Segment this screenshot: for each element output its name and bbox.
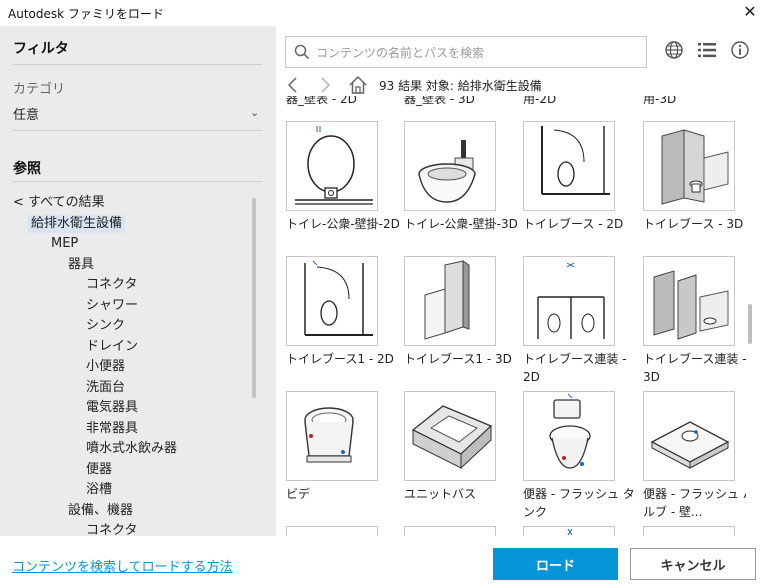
- tree-node[interactable]: 非常器具: [86, 420, 138, 438]
- divider: [12, 181, 262, 182]
- result-label-clipped: 器_壁表 - 2D: [286, 96, 357, 106]
- thumbnail-drawing: [424, 260, 470, 340]
- window-title: Autodesk ファミリをロード: [8, 7, 164, 21]
- tree-scrollbar[interactable]: [252, 198, 256, 398]
- thumbnail-drawing: [537, 262, 605, 339]
- result-thumbnail[interactable]: [643, 391, 735, 481]
- result-thumbnail[interactable]: [404, 526, 496, 536]
- result-label: トイレブース - 2D: [523, 217, 624, 231]
- content-panel: 93 結果 対象: 給排水衛生設備 器_壁表 - 2D 器_壁表 - 3D 用-2D…: [276, 26, 768, 536]
- result-thumbnail[interactable]: [523, 121, 615, 211]
- tree-node[interactable]: 電気器具: [86, 399, 138, 417]
- thumbnail-drawing: [661, 129, 729, 205]
- thumbnail-drawing: [411, 405, 493, 470]
- divider: [12, 130, 262, 131]
- tree-node[interactable]: 器具: [68, 256, 94, 274]
- thumbnail-drawing: [295, 126, 373, 205]
- result-label: ユニットバス: [404, 487, 477, 501]
- search-box[interactable]: [285, 36, 647, 68]
- title-bar: Autodesk ファミリをロード ✕: [0, 0, 768, 26]
- tree-node[interactable]: < すべての結果: [13, 194, 105, 212]
- result-thumbnail[interactable]: [523, 391, 615, 481]
- result-thumbnail[interactable]: [523, 256, 615, 346]
- category-dropdown[interactable]: 任意: [13, 104, 39, 123]
- result-label: トイレブース1 - 2D: [286, 352, 394, 366]
- info-icon[interactable]: [729, 39, 751, 61]
- tree-node[interactable]: 給排水衛生設備: [28, 214, 126, 233]
- tree-node[interactable]: 洗面台: [86, 379, 125, 397]
- tree-node[interactable]: MEP: [51, 235, 78, 253]
- result-label: 便器 - フラッシュ タンク: [523, 487, 635, 519]
- result-thumbnail[interactable]: [286, 121, 378, 211]
- load-button[interactable]: ロード: [493, 548, 618, 580]
- search-icon: [294, 44, 310, 60]
- help-link[interactable]: コンテンツを検索してロードする方法: [12, 556, 233, 575]
- footer: コンテンツを検索してロードする方法 ロード キャンセル: [0, 536, 768, 588]
- result-label-clipped: 用-3D: [643, 96, 677, 106]
- tree-node[interactable]: シャワー: [86, 297, 138, 315]
- divider: [12, 64, 262, 65]
- result-thumbnail[interactable]: [643, 256, 735, 346]
- tree-node[interactable]: シンク: [86, 317, 125, 335]
- result-label: トイレブース連装 - 3D: [643, 352, 746, 384]
- reference-title: 参照: [13, 161, 41, 177]
- result-label: トイレブース - 3D: [643, 217, 744, 231]
- thumbnail-drawing: [567, 528, 573, 536]
- category-label: カテゴリ: [13, 82, 66, 97]
- result-thumbnail[interactable]: [404, 256, 496, 346]
- tree-node[interactable]: コネクタ: [86, 522, 137, 536]
- tree-node[interactable]: 便器: [86, 461, 112, 479]
- tree-node[interactable]: ドレイン: [86, 338, 138, 356]
- chevron-down-icon[interactable]: ⌄: [250, 106, 259, 119]
- result-label: ビデ: [286, 487, 311, 501]
- thumbnail-drawing: [549, 393, 591, 469]
- result-thumbnail[interactable]: [286, 391, 378, 481]
- result-label: トイレ-公衆-壁掛-3D: [404, 217, 518, 231]
- forward-arrow-icon[interactable]: [316, 76, 334, 94]
- back-arrow-icon[interactable]: [284, 76, 302, 94]
- tree-node[interactable]: 噴水式水飲み器: [86, 440, 177, 458]
- thumbnail-drawing: [304, 260, 373, 336]
- result-label-clipped: 用-2D: [523, 96, 557, 106]
- result-thumbnail[interactable]: [286, 526, 378, 536]
- tree-node[interactable]: コネクタ: [86, 276, 137, 294]
- result-label: トイレブース1 - 3D: [404, 352, 512, 366]
- result-label: トイレブース連装 - 2D: [523, 352, 631, 384]
- result-label-clipped: 器_壁表 - 3D: [404, 96, 475, 106]
- result-thumbnail[interactable]: [404, 391, 496, 481]
- filter-sidebar: フィルタ カテゴリ 任意 ⌄ 参照 < すべての結果給排水衛生設備 MEP 器具コネ…: [0, 26, 276, 536]
- tree-node[interactable]: 小便器: [86, 358, 125, 376]
- result-thumbnail[interactable]: [523, 526, 615, 536]
- result-thumbnail[interactable]: [286, 256, 378, 346]
- breadcrumb: 93 結果 対象: 給排水衛生設備: [379, 79, 542, 93]
- thumbnail-drawing: [304, 407, 354, 463]
- list-view-icon[interactable]: [696, 39, 718, 61]
- thumbnail-drawing: [541, 126, 610, 195]
- thumbnail-drawing: [650, 421, 730, 469]
- result-thumbnail[interactable]: [643, 526, 735, 536]
- thumbnail-drawing: [418, 140, 476, 203]
- home-icon[interactable]: [348, 75, 368, 95]
- tree-node[interactable]: 設備、機器: [68, 502, 133, 520]
- cancel-button[interactable]: キャンセル: [630, 548, 756, 580]
- search-input[interactable]: [316, 43, 636, 63]
- result-label: トイレ-公衆-壁掛-2D: [286, 217, 400, 231]
- filter-title: フィルタ: [13, 41, 69, 57]
- result-thumbnail[interactable]: [643, 121, 735, 211]
- globe-icon[interactable]: [663, 39, 685, 61]
- tree-node[interactable]: 浴槽: [86, 481, 112, 499]
- result-label: 便器 - フラッシュ バルブ - 壁...: [643, 487, 746, 519]
- results-scrollbar[interactable]: [748, 304, 752, 344]
- result-thumbnail[interactable]: [404, 121, 496, 211]
- results-grid: 器_壁表 - 2D 器_壁表 - 3D 用-2D 用-3D トイレ-公衆-壁掛-2D …: [276, 96, 746, 536]
- close-icon[interactable]: ✕: [740, 1, 760, 23]
- thumbnail-drawing: [653, 270, 729, 340]
